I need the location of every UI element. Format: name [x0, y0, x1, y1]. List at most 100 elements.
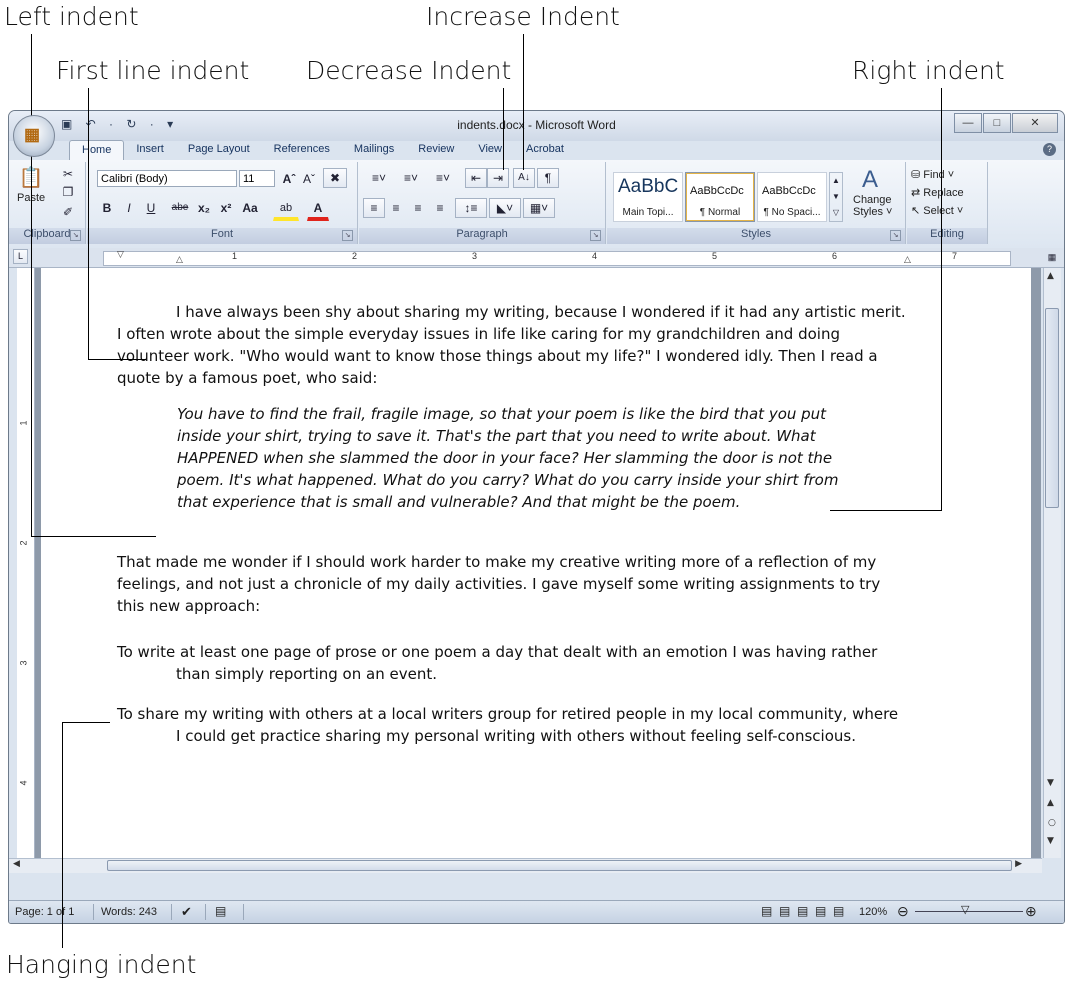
next-page-icon[interactable]: ▼	[1047, 836, 1054, 846]
proofing-icon[interactable]: ✔	[181, 904, 192, 920]
clipboard-group: 📋 Paste ✂ ❐ ✐ Clipboard ↘	[9, 162, 86, 244]
font-launcher-icon[interactable]: ↘	[342, 230, 353, 241]
change-styles-label[interactable]: Change	[853, 194, 892, 206]
line-spacing-button[interactable]: ↕≡	[455, 198, 487, 218]
show-formatting-button[interactable]: ¶	[537, 168, 559, 188]
styles-group-label: Styles	[607, 228, 905, 244]
font-name-combo[interactable]: Calibri (Body)	[97, 170, 237, 187]
close-button[interactable]: ✕	[1012, 113, 1058, 133]
tab-home[interactable]: Home	[69, 140, 125, 160]
draft-icon[interactable]: ▤	[833, 904, 844, 918]
vertical-scrollbar[interactable]: ▲ ▼ ▲ ○ ▼	[1043, 268, 1061, 858]
align-center-button[interactable]: ≡	[385, 198, 407, 218]
previous-page-icon[interactable]: ▲	[1047, 798, 1054, 808]
bold-button[interactable]: B	[97, 198, 117, 218]
copy-icon[interactable]: ❐	[57, 182, 79, 202]
horizontal-ruler[interactable]: 1 2 3 4 5 6 7 ▽ △ △	[103, 250, 1011, 266]
full-screen-reading-icon[interactable]: ▤	[779, 904, 790, 918]
styles-scroll-icon[interactable]: ▲ ▼ ▽	[829, 172, 843, 222]
ruler-number: 2	[352, 251, 358, 261]
view-ruler-icon[interactable]: ▦	[1044, 249, 1060, 265]
clipboard-launcher-icon[interactable]: ↘	[70, 230, 81, 241]
shrink-font-button[interactable]: Aˇ	[299, 169, 319, 189]
tab-references[interactable]: References	[262, 140, 342, 160]
outline-icon[interactable]: ▤	[815, 904, 826, 918]
bullets-button[interactable]: ≡˅	[363, 168, 395, 188]
first-line-indent-marker[interactable]: ▽	[117, 250, 124, 260]
macro-icon[interactable]: ▤	[215, 904, 226, 918]
justify-button[interactable]: ≡	[429, 198, 451, 218]
tab-page-layout[interactable]: Page Layout	[176, 140, 262, 160]
scroll-right-icon[interactable]: ▶	[1015, 859, 1022, 869]
zoom-level[interactable]: 120%	[859, 906, 887, 918]
numbering-button[interactable]: ≡˅	[395, 168, 427, 188]
clear-formatting-button[interactable]: ✖	[323, 168, 347, 188]
minimize-button[interactable]: —	[954, 113, 982, 133]
font-color-button[interactable]: A	[307, 198, 329, 221]
print-layout-icon[interactable]: ▤	[761, 904, 772, 918]
decrease-indent-button[interactable]: ⇤	[465, 168, 487, 188]
zoom-slider-thumb[interactable]: ▽	[961, 903, 969, 916]
paragraph-launcher-icon[interactable]: ↘	[590, 230, 601, 241]
style-no-spacing[interactable]: AaBbCcDc ¶ No Spaci...	[757, 172, 827, 222]
web-layout-icon[interactable]: ▤	[797, 904, 808, 918]
horizontal-scroll-thumb[interactable]	[107, 860, 1012, 871]
browse-object-icon[interactable]: ○	[1048, 818, 1056, 828]
scroll-left-icon[interactable]: ◀	[13, 859, 20, 869]
text-line: To share my writing with others at a loc…	[117, 705, 899, 723]
word-count[interactable]: Words: 243	[101, 906, 157, 918]
tab-insert[interactable]: Insert	[124, 140, 176, 160]
text-line: feelings, and not just a chronicle of my…	[117, 575, 881, 593]
scroll-up-icon[interactable]: ▲	[1047, 271, 1054, 281]
change-styles-label-2[interactable]: Styles ˅	[853, 206, 892, 218]
binoculars-icon: ⛁	[911, 169, 924, 181]
page-count[interactable]: Page: 1 of 1	[15, 906, 74, 918]
scroll-down-icon[interactable]: ▼	[1047, 778, 1054, 788]
zoom-in-icon[interactable]: ⊕	[1025, 903, 1037, 920]
ruler-number: 5	[712, 251, 718, 261]
superscript-button[interactable]: x²	[215, 198, 237, 218]
sort-button[interactable]: A↓	[513, 168, 535, 188]
office-button[interactable]: ▦	[13, 115, 55, 157]
maximize-button[interactable]: □	[983, 113, 1011, 133]
find-label: Find ˅	[923, 169, 955, 181]
cut-icon[interactable]: ✂	[57, 164, 79, 184]
document-page[interactable]: I have always been shy about sharing my …	[41, 268, 1031, 858]
styles-launcher-icon[interactable]: ↘	[890, 230, 901, 241]
style-normal[interactable]: AaBbCcDc ¶ Normal	[685, 172, 755, 222]
vertical-ruler[interactable]: 1 2 3 4	[17, 268, 35, 858]
underline-button[interactable]: U	[141, 198, 161, 218]
grow-font-button[interactable]: Aˆ	[279, 169, 299, 189]
zoom-out-icon[interactable]: ⊖	[897, 903, 909, 920]
leader-hanging-v	[62, 722, 63, 948]
subscript-button[interactable]: x₂	[193, 198, 215, 218]
tab-selector-icon[interactable]: L	[13, 249, 28, 264]
borders-button[interactable]: ▦˅	[523, 198, 555, 218]
style-main-topic[interactable]: AaBbC Main Topi...	[613, 172, 683, 222]
replace-button[interactable]: ⇄ Replace	[911, 186, 964, 199]
increase-indent-button[interactable]: ⇥	[487, 168, 509, 188]
change-styles-icon[interactable]: A	[849, 166, 891, 194]
strikethrough-button[interactable]: abe	[167, 198, 193, 218]
find-button[interactable]: ⛁ Find ˅	[911, 168, 954, 181]
font-size-combo[interactable]: 11	[239, 170, 275, 187]
shading-button[interactable]: ◣˅	[489, 198, 521, 218]
style-name-normal: ¶ Normal	[699, 207, 741, 218]
align-left-button[interactable]: ≡	[363, 198, 385, 218]
align-right-button[interactable]: ≡	[407, 198, 429, 218]
multilevel-list-button[interactable]: ≡˅	[427, 168, 459, 188]
vertical-scroll-thumb[interactable]	[1045, 308, 1059, 508]
tab-mailings[interactable]: Mailings	[342, 140, 406, 160]
format-painter-icon[interactable]: ✐	[57, 202, 79, 222]
horizontal-scrollbar[interactable]: ◀ ▶	[9, 858, 1042, 873]
tab-view[interactable]: View	[466, 140, 514, 160]
tab-review[interactable]: Review	[406, 140, 466, 160]
help-icon[interactable]: ?	[1043, 143, 1056, 156]
change-case-button[interactable]: Aa	[237, 198, 263, 218]
style-sample-normal: AaBbCcDc	[690, 185, 744, 197]
hanging-indent-marker[interactable]: △	[176, 255, 183, 265]
italic-button[interactable]: I	[119, 198, 139, 218]
highlight-button[interactable]: ab	[273, 198, 299, 221]
right-indent-marker[interactable]: △	[904, 255, 911, 265]
select-button[interactable]: ↖ Select ˅	[911, 204, 963, 217]
